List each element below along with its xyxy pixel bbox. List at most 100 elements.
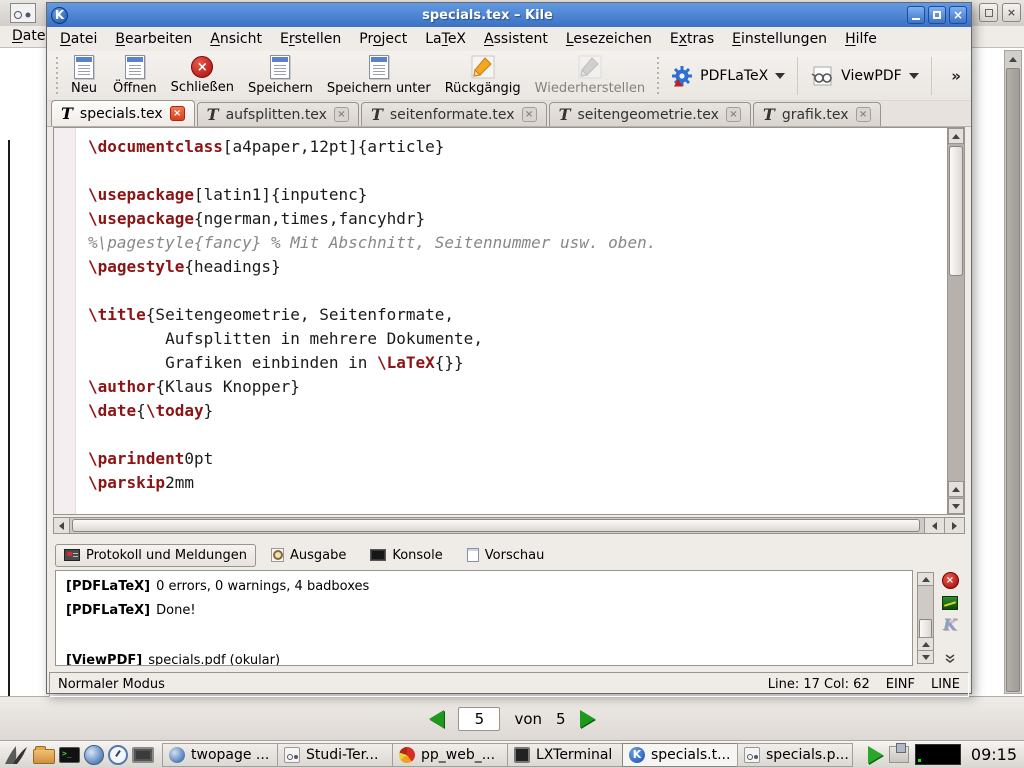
maximize-button[interactable] xyxy=(979,3,998,22)
latex-text: Grafiken einbinden in xyxy=(88,353,377,372)
cpu-monitor[interactable] xyxy=(915,744,961,765)
menu-item-hilfe[interactable]: Hilfe xyxy=(836,29,886,49)
next-page-icon[interactable] xyxy=(580,710,595,728)
stop-icon[interactable]: × xyxy=(942,572,959,589)
file-manager-icon[interactable] xyxy=(33,749,55,764)
scroll-left-icon[interactable] xyxy=(54,518,70,533)
previous-page-icon[interactable] xyxy=(429,710,444,728)
close-tab-icon[interactable]: × xyxy=(522,107,537,122)
menu-item-datei[interactable]: Datei xyxy=(51,29,106,49)
menu-item-einstellungen[interactable]: Einstellungen xyxy=(723,29,836,49)
taskbar-task-specials-t-[interactable]: specials.t... xyxy=(622,743,738,767)
button-label: Öffnen xyxy=(113,81,157,96)
tab-label: specials.tex xyxy=(80,106,163,122)
scroll-down-icon[interactable] xyxy=(918,650,933,663)
menu-item-lesezeichen[interactable]: Lesezeichen xyxy=(557,29,661,49)
scrollbar-thumb[interactable] xyxy=(72,519,920,532)
code-line: Grafiken einbinden in \LaTeX{}} xyxy=(88,351,946,375)
menu-item-extras[interactable]: Extras xyxy=(661,29,723,49)
close-button[interactable]: × xyxy=(1002,3,1021,22)
task-label: pp_web_... xyxy=(421,747,495,763)
scroll-up-icon[interactable] xyxy=(948,128,964,144)
kile-titlebar[interactable]: K specials.tex – Kile × xyxy=(47,3,971,27)
toolbar-overflow-icon[interactable]: » xyxy=(945,67,967,85)
log-scrollbar[interactable] xyxy=(917,572,934,664)
latex-text: { xyxy=(136,401,146,420)
undo-button[interactable]: Rückgängig xyxy=(438,53,528,98)
tab-output[interactable]: Ausgabe xyxy=(262,544,355,567)
toolbar-handle[interactable] xyxy=(655,57,660,95)
tab-seitenformate.tex[interactable]: Tseitenformate.tex× xyxy=(361,102,547,126)
play-tray-icon[interactable] xyxy=(868,746,883,764)
scroll-up-icon[interactable] xyxy=(918,637,933,650)
terminal-launcher-icon[interactable]: >_ xyxy=(59,747,80,763)
latex-logo-icon[interactable]: K xyxy=(943,617,957,633)
screen-tool-icon[interactable] xyxy=(132,747,154,763)
code-line: \date{\today} xyxy=(88,399,946,423)
clock-app-icon[interactable] xyxy=(108,745,128,765)
pdf-scrollbar[interactable] xyxy=(1004,50,1022,694)
save-icon xyxy=(270,55,290,79)
chevron-down-icon[interactable] xyxy=(775,73,785,79)
taskbar-task-Studi-Ter-[interactable]: Studi-Ter... xyxy=(277,743,393,767)
save-as-button[interactable]: Speichern unter xyxy=(320,53,438,98)
tab-specials.tex[interactable]: Tspecials.tex× xyxy=(51,100,195,126)
tab-seitengeometrie.tex[interactable]: Tseitengeometrie.tex× xyxy=(549,102,751,126)
menu-datei-clipped[interactable]: DDateiatei xyxy=(12,28,46,44)
tab-console[interactable]: Konsole xyxy=(361,544,451,567)
redo-button[interactable]: Wiederherstellen xyxy=(528,53,652,98)
tab-label: aufsplitten.tex xyxy=(226,107,327,123)
compile-pdflatex-button[interactable]: PDFLaTeX xyxy=(663,61,793,91)
scroll-up-icon[interactable] xyxy=(1005,51,1021,67)
maximize-button[interactable] xyxy=(928,6,946,24)
code-area[interactable]: \documentclass[a4paper,12pt]{article} \u… xyxy=(77,128,946,514)
collapse-panel-icon[interactable] xyxy=(944,654,956,664)
menu-item-latex[interactable]: LaTeX xyxy=(416,29,475,49)
scroll-right-icon[interactable] xyxy=(944,518,964,533)
tab-grafik.tex[interactable]: Tgrafik.tex× xyxy=(753,102,881,126)
chevron-down-icon[interactable] xyxy=(909,73,919,79)
close-tab-icon[interactable]: × xyxy=(856,107,871,122)
page-number-input[interactable]: 5 xyxy=(458,707,500,731)
scroll-down-icon[interactable] xyxy=(948,498,964,514)
new-button[interactable]: Neu xyxy=(62,53,106,98)
view-pdf-button[interactable]: ViewPDF xyxy=(802,62,927,90)
viewer-icon xyxy=(284,747,300,763)
editor-horizontal-scrollbar[interactable] xyxy=(53,517,965,534)
latex-text: {Seitengeometrie, Seitenformate, xyxy=(146,305,454,324)
menu-item-erstellen[interactable]: Erstellen xyxy=(271,29,350,49)
scroll-left-icon[interactable] xyxy=(924,518,944,533)
minimize-button[interactable] xyxy=(907,6,925,24)
desktop-menu-icon[interactable] xyxy=(3,744,29,766)
save-button[interactable]: Speichern xyxy=(241,53,320,98)
editor-view[interactable]: \documentclass[a4paper,12pt]{article} \u… xyxy=(53,127,965,515)
menu-item-project[interactable]: Project xyxy=(350,29,416,49)
statistics-icon[interactable] xyxy=(942,596,958,610)
menu-item-ansicht[interactable]: Ansicht xyxy=(201,29,271,49)
task-label: specials.t... xyxy=(651,747,730,763)
scrollbar-thumb[interactable] xyxy=(949,146,963,276)
taskbar-task-pp-web-[interactable]: pp_web_... xyxy=(392,743,508,767)
tab-preview[interactable]: Vorschau xyxy=(458,544,554,567)
scroll-up-icon[interactable] xyxy=(948,481,964,497)
editor-vertical-scrollbar[interactable] xyxy=(947,128,964,514)
close-file-button[interactable]: × Schließen xyxy=(164,54,241,97)
close-button[interactable]: × xyxy=(949,6,967,24)
close-tab-icon[interactable]: × xyxy=(726,107,741,122)
taskbar-task-twopage-[interactable]: twopage ... xyxy=(162,743,278,767)
menu-item-bearbeiten[interactable]: Bearbeiten xyxy=(106,29,201,49)
web-browser-icon[interactable] xyxy=(84,745,104,765)
close-tab-icon[interactable]: × xyxy=(170,106,185,121)
taskbar-task-specials-p-[interactable]: specials.p... xyxy=(737,743,853,767)
scrollbar-thumb[interactable] xyxy=(1006,68,1020,692)
open-button[interactable]: Öffnen xyxy=(106,53,164,98)
close-tab-icon[interactable]: × xyxy=(334,107,349,122)
tab-aufsplitten.tex[interactable]: Taufsplitten.tex× xyxy=(197,102,359,126)
toolbar-handle[interactable] xyxy=(54,57,59,95)
menu-item-assistent[interactable]: Assistent xyxy=(475,29,557,49)
updater-tray-icon[interactable] xyxy=(889,746,909,763)
scroll-up-icon[interactable] xyxy=(918,573,933,586)
taskbar-task-LXTerminal[interactable]: LXTerminal xyxy=(507,743,623,767)
tab-log-messages[interactable]: Protokoll und Meldungen xyxy=(55,544,256,567)
log-output[interactable]: [PDFLaTeX]0 errors, 0 warnings, 4 badbox… xyxy=(55,570,913,666)
